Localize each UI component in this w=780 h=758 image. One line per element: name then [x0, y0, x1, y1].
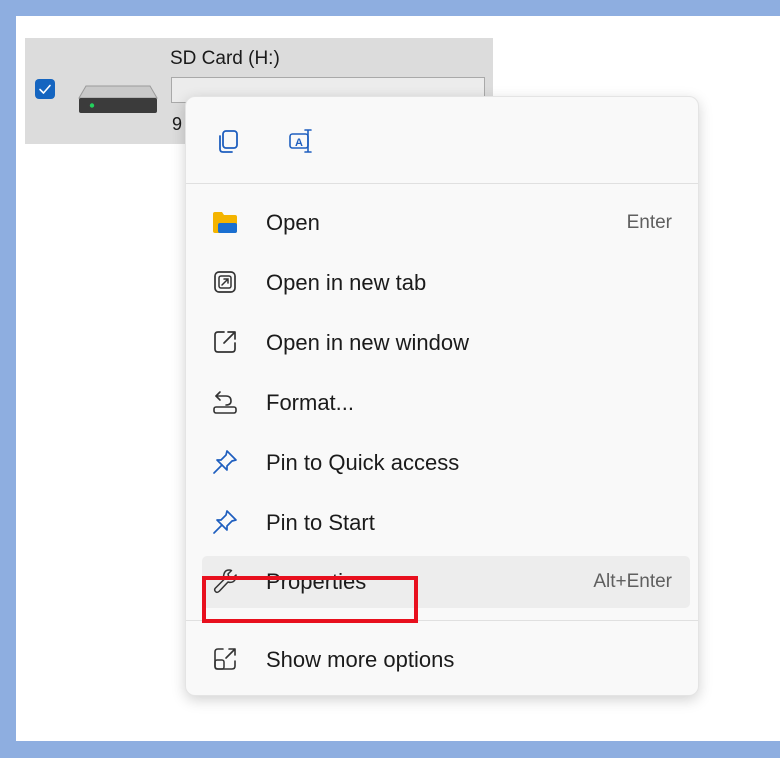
svg-text:A: A — [295, 137, 303, 149]
menu-item-pin-to-quick-access[interactable]: Pin to Quick access — [202, 437, 690, 489]
rename-icon: A — [289, 129, 312, 153]
copy-icon — [219, 130, 238, 153]
cutoff-text-left — [166, 16, 171, 26]
menu-item-label: Open in new window — [266, 330, 470, 355]
context-menu: A Open Enter Open in new tab Open in new… — [185, 96, 699, 696]
menu-item-open-in-new-tab[interactable]: Open in new tab — [202, 257, 690, 309]
menu-item-properties[interactable]: Properties Alt+Enter — [202, 556, 690, 608]
wrench-icon — [213, 569, 237, 594]
explorer-canvas: SD Card (H:) 9 A Open Enter Open in new … — [16, 16, 780, 741]
folder-icon — [213, 212, 237, 233]
menu-item-format[interactable]: Format... — [202, 377, 690, 429]
free-space-text: 9 — [172, 114, 183, 134]
show-more-icon — [214, 648, 236, 670]
menu-item-label: Open in new tab — [266, 270, 427, 295]
pin-icon — [213, 450, 237, 474]
shortcut-label: Alt+Enter — [593, 571, 672, 592]
quick-actions-row: A — [186, 97, 698, 183]
menu-item-label: Show more options — [266, 647, 455, 672]
menu-item-show-more-options[interactable]: Show more options — [202, 634, 690, 686]
menu-item-label: Pin to Quick access — [266, 450, 460, 475]
open-new-tab-icon — [214, 271, 236, 293]
open-new-window-icon — [214, 331, 236, 353]
menu-item-open[interactable]: Open Enter — [202, 197, 690, 249]
menu-item-pin-to-start[interactable]: Pin to Start — [202, 497, 690, 549]
checkmark-icon — [39, 84, 51, 94]
menu-item-label: Open — [266, 210, 320, 235]
select-checkbox[interactable] — [35, 79, 55, 99]
format-icon — [213, 391, 237, 414]
separator — [186, 183, 698, 184]
shortcut-label: Enter — [626, 212, 672, 233]
drive-icon — [78, 85, 158, 113]
menu-item-label: Pin to Start — [266, 510, 375, 535]
pin-icon — [213, 510, 237, 534]
copy-button[interactable] — [212, 125, 244, 157]
drive-name: SD Card (H:) — [170, 48, 280, 69]
menu-item-label: Properties — [266, 569, 367, 594]
menu-item-open-in-new-window[interactable]: Open in new window — [202, 317, 690, 369]
separator — [186, 620, 698, 621]
rename-button[interactable]: A — [286, 125, 318, 157]
menu-item-label: Format... — [266, 390, 355, 415]
